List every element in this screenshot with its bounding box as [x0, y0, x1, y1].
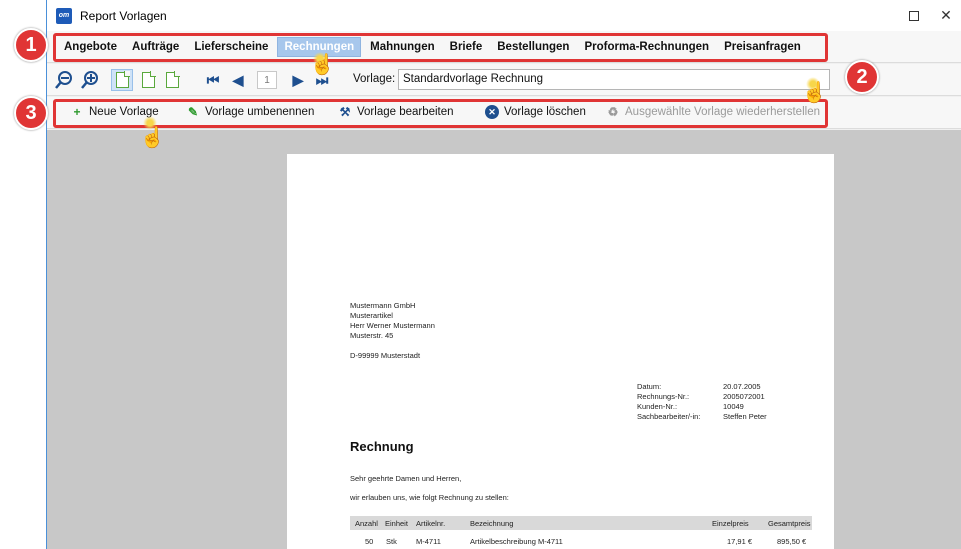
column-header: Einzelpreis	[712, 519, 749, 528]
column-header: Gesamtpreis	[768, 519, 811, 528]
info-value: Steffen Peter	[723, 412, 767, 421]
info-value: 10049	[723, 402, 744, 411]
hand-cursor-icon: ☝	[140, 127, 165, 149]
callout-badge-1: 1	[14, 28, 48, 62]
callout-badge-2: 2	[845, 60, 879, 94]
cell: Artikelbeschreibung M-4711	[470, 537, 563, 546]
zoom-in-button[interactable]	[79, 69, 101, 91]
callout-badge-3: 3	[14, 96, 48, 130]
column-header: Anzahl	[355, 519, 378, 528]
previous-page-button[interactable]: ◀	[227, 69, 249, 91]
vorlage-select[interactable]: Standardvorlage Rechnung	[398, 69, 830, 90]
whole-page-icon	[165, 71, 180, 88]
invoice-heading: Rechnung	[350, 439, 414, 454]
hand-cursor-icon: ☝	[310, 54, 335, 76]
next-page-button[interactable]: ▶	[287, 69, 309, 91]
info-label: Sachbearbeiter/-in:	[637, 412, 701, 421]
cell: 895,50 €	[777, 537, 807, 546]
address-city: D-99999 Musterstadt	[350, 351, 421, 360]
column-header: Artikelnr.	[416, 519, 446, 528]
address-line: Musterartikel	[350, 311, 393, 320]
zoom-out-button[interactable]	[53, 69, 75, 91]
page-icon	[115, 71, 130, 88]
salutation: Sehr geehrte Damen und Herren,	[350, 474, 462, 483]
close-button[interactable]: ✕	[930, 0, 961, 31]
page-width-button[interactable]	[137, 69, 159, 91]
cell: Stk	[386, 537, 397, 546]
first-page-button[interactable]: ⏮	[202, 69, 224, 91]
zoom-out-icon	[55, 71, 72, 89]
intro-text: wir erlauben uns, wie folgt Rechnung zu …	[350, 493, 509, 502]
title-bar: om Report Vorlagen ✕	[47, 0, 961, 31]
vorlage-label: Vorlage:	[353, 73, 396, 85]
column-header: Einheit	[385, 519, 408, 528]
maximize-icon	[909, 10, 919, 21]
info-label: Rechnungs-Nr.:	[637, 392, 690, 401]
page-number-input[interactable]: 1	[257, 71, 277, 89]
maximize-button[interactable]	[898, 0, 930, 31]
cell: 17,91 €	[727, 537, 753, 546]
info-label: Kunden-Nr.:	[637, 402, 678, 411]
info-label: Datum:	[637, 382, 662, 391]
single-page-button[interactable]	[111, 69, 133, 91]
invoice-page: Mustermann GmbH Musterartikel Herr Werne…	[287, 154, 834, 549]
window-controls: ✕	[898, 0, 961, 31]
address-line: Mustermann GmbH	[350, 301, 416, 310]
whole-page-button[interactable]	[161, 69, 183, 91]
callout-box-actions	[53, 99, 828, 128]
address-line: Musterstr. 45	[350, 331, 394, 340]
address-line: Herr Werner Mustermann	[350, 321, 435, 330]
report-preview-area[interactable]: Mustermann GmbH Musterartikel Herr Werne…	[47, 130, 961, 549]
table-header: Anzahl Einheit Artikelnr. Bezeichnung Ei…	[350, 516, 812, 530]
info-value: 2005072001	[723, 392, 765, 401]
app-logo-icon: om	[56, 7, 72, 24]
cell: 50	[365, 537, 374, 546]
window-title: Report Vorlagen	[80, 8, 167, 23]
column-header: Bezeichnung	[470, 519, 514, 528]
cell: M-4711	[416, 537, 441, 546]
callout-box-tabs	[53, 33, 828, 62]
hand-cursor-icon: ☝	[802, 82, 827, 104]
page-width-icon	[141, 71, 156, 88]
info-value: 20.07.2005	[723, 382, 761, 391]
zoom-in-icon	[81, 71, 98, 89]
